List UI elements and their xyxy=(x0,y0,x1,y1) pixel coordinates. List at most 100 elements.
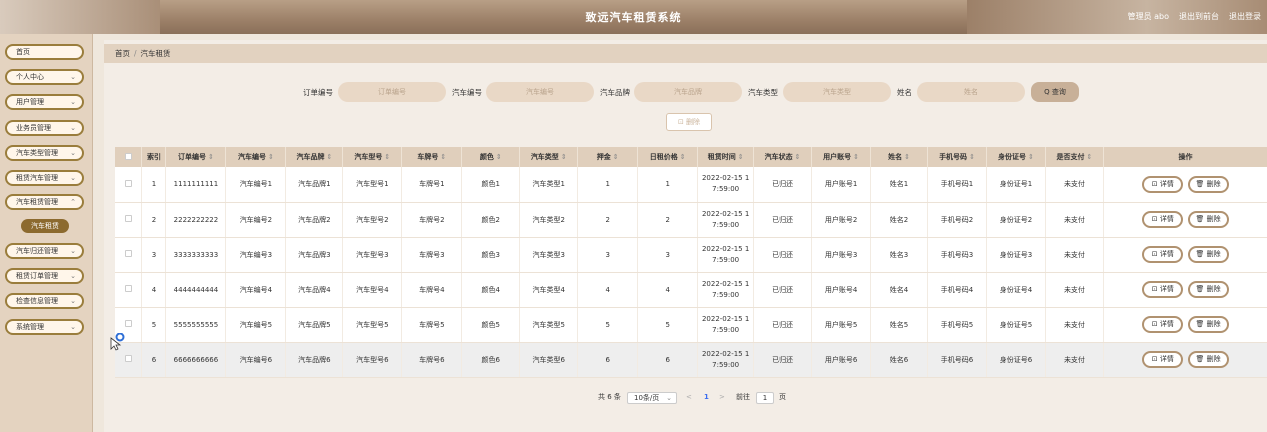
chevron-down-icon: ⌄ xyxy=(70,272,76,280)
page-number-current[interactable]: 1 xyxy=(704,392,709,403)
cell-time-line2: 7:59:00 xyxy=(712,185,740,194)
sidebar-item-home[interactable]: 首页 xyxy=(5,44,84,60)
table-row: 2 2222222222 汽车编号2 汽车品牌2 汽车型号2 车牌号2 颜色2 汽车类型2 2 2… xyxy=(115,202,1267,238)
delete-button[interactable]: 🗑 删除 xyxy=(1187,211,1229,228)
column-header-plate[interactable]: 车牌号 ⇕ xyxy=(401,147,463,167)
cell-account: 用户账号5 xyxy=(811,307,872,343)
table-row: 4 4444444444 汽车编号4 汽车品牌4 汽车型号4 车牌号4 颜色4 汽车类型4 4 4… xyxy=(115,272,1267,308)
cell-order-no: 4444444444 xyxy=(165,272,227,308)
next-page-button[interactable]: > xyxy=(719,392,725,403)
cell-price: 2 xyxy=(637,202,699,238)
page-size-select[interactable]: 10条/页 ⌄ xyxy=(627,392,677,404)
cell-name: 姓名4 xyxy=(870,272,929,308)
sidebar-item-label: 汽车类型管理 xyxy=(16,149,58,157)
sidebar-item-system[interactable]: 系统管理 ⌄ xyxy=(5,319,84,335)
column-header-status[interactable]: 汽车状态 ⇕ xyxy=(753,147,813,167)
column-header-deposit[interactable]: 押金 ⇕ xyxy=(577,147,639,167)
sidebar-item-users[interactable]: 用户管理 ⌄ xyxy=(5,94,84,110)
query-button[interactable]: Q 查询 xyxy=(1031,82,1079,102)
delete-button[interactable]: 🗑 删除 xyxy=(1187,351,1229,368)
select-all-checkbox[interactable] xyxy=(124,152,132,160)
sidebar-item-orders[interactable]: 租赁订单管理 ⌄ xyxy=(5,268,84,284)
row-checkbox[interactable] xyxy=(124,320,132,327)
name-label: 姓名 xyxy=(897,88,912,97)
cell-type: 汽车类型6 xyxy=(519,342,579,378)
order-no-input[interactable]: 订单编号 xyxy=(338,82,446,102)
sort-icon: ⇕ xyxy=(969,153,975,161)
logout-link[interactable]: 退出登录 xyxy=(1229,11,1261,22)
cell-account: 用户账号6 xyxy=(811,342,872,378)
cell-time: 2022-02-15 1 7:59:00 xyxy=(697,237,755,273)
row-checkbox[interactable] xyxy=(124,355,132,362)
detail-button[interactable]: ⊡ 详情 xyxy=(1142,211,1184,228)
goto-page-input[interactable]: 1 xyxy=(756,392,774,404)
cell-index: 6 xyxy=(141,342,167,378)
cell-type: 汽车类型2 xyxy=(519,202,579,238)
cell-price: 5 xyxy=(637,307,699,343)
detail-button[interactable]: ⊡ 详情 xyxy=(1142,316,1184,333)
column-header-label: 汽车状态 xyxy=(764,153,793,161)
to-front-link[interactable]: 退出到前台 xyxy=(1179,11,1219,22)
delete-button[interactable]: 🗑 删除 xyxy=(1187,281,1229,298)
sidebar-item-personal-center[interactable]: 个人中心 ⌄ xyxy=(5,69,84,85)
sidebar-item-salesperson[interactable]: 业务员管理 ⌄ xyxy=(5,120,84,136)
detail-button[interactable]: ⊡ 详情 xyxy=(1142,281,1184,298)
cell-actions: ⊡ 详情 🗑 删除 xyxy=(1103,307,1267,343)
batch-delete-button[interactable]: ⊡ 删除 xyxy=(666,113,712,131)
column-header-car-no[interactable]: 汽车编号 ⇕ xyxy=(225,147,287,167)
detail-button[interactable]: ⊡ 详情 xyxy=(1142,351,1184,368)
cell-paid: 未支付 xyxy=(1045,307,1104,343)
row-select-cell xyxy=(115,202,143,238)
column-header-model[interactable]: 汽车型号 ⇕ xyxy=(342,147,403,167)
column-header-id-no[interactable]: 身份证号 ⇕ xyxy=(986,147,1046,167)
column-header-order-no[interactable]: 订单编号 ⇕ xyxy=(165,147,227,167)
column-header-time[interactable]: 租赁时间 ⇕ xyxy=(697,147,755,167)
sort-icon: ⇕ xyxy=(440,153,447,161)
sort-icon: ⇕ xyxy=(560,153,567,161)
column-header-type[interactable]: 汽车类型 ⇕ xyxy=(519,147,579,167)
prev-page-button[interactable]: < xyxy=(686,392,692,403)
column-header-price[interactable]: 日租价格 ⇕ xyxy=(637,147,699,167)
cell-paid: 未支付 xyxy=(1045,167,1104,203)
sidebar-subitem-car-rental[interactable]: 汽车租赁 xyxy=(21,219,69,233)
name-input[interactable]: 姓名 xyxy=(917,82,1025,102)
cell-color: 颜色1 xyxy=(461,167,521,203)
detail-button[interactable]: ⊡ 详情 xyxy=(1142,175,1184,193)
delete-button[interactable]: 🗑 删除 xyxy=(1187,316,1229,333)
cell-car-no: 汽车编号2 xyxy=(225,202,287,238)
column-header-account[interactable]: 用户账号 ⇕ xyxy=(811,147,872,167)
column-header-name[interactable]: 姓名 ⇕ xyxy=(870,147,929,167)
cell-plate: 车牌号3 xyxy=(401,237,463,273)
sidebar-item-car-rental-mgmt[interactable]: 汽车租赁管理 ⌃ xyxy=(5,194,84,210)
sidebar-item-car-return[interactable]: 汽车归还管理 ⌄ xyxy=(5,243,84,259)
delete-button[interactable]: 🗑 删除 xyxy=(1187,246,1229,263)
car-no-input[interactable]: 汽车编号 xyxy=(486,82,594,102)
sidebar-item-rental-cars[interactable]: 租赁汽车管理 ⌄ xyxy=(5,170,84,186)
column-header-brand[interactable]: 汽车品牌 ⇕ xyxy=(285,147,344,167)
sidebar-item-inspection[interactable]: 检查信息管理 ⌄ xyxy=(5,293,84,309)
cell-paid: 未支付 xyxy=(1045,237,1104,273)
cell-index: 2 xyxy=(141,202,167,238)
column-header-paid[interactable]: 是否支付 ⇕ xyxy=(1045,147,1104,167)
row-checkbox[interactable] xyxy=(124,250,132,257)
column-header-color[interactable]: 颜色 ⇕ xyxy=(461,147,521,167)
row-checkbox[interactable] xyxy=(124,215,132,222)
sort-icon: ⇕ xyxy=(737,153,744,161)
chevron-down-icon: ⌄ xyxy=(70,149,76,157)
sidebar-item-car-types[interactable]: 汽车类型管理 ⌄ xyxy=(5,145,84,161)
brand-input[interactable]: 汽车品牌 xyxy=(634,82,742,102)
chevron-down-icon: ⌄ xyxy=(70,297,76,305)
detail-button[interactable]: ⊡ 详情 xyxy=(1142,246,1184,263)
row-checkbox[interactable] xyxy=(124,179,132,187)
sidebar-item-label: 租赁汽车管理 xyxy=(16,174,58,182)
delete-button[interactable]: 🗑 删除 xyxy=(1187,175,1229,193)
breadcrumb-home[interactable]: 首页 xyxy=(115,49,130,58)
row-checkbox[interactable] xyxy=(124,285,132,292)
type-input[interactable]: 汽车类型 xyxy=(783,82,891,102)
table-row: 1 1111111111 汽车编号1 汽车品牌1 汽车型号1 车牌号1 颜色1 汽车类型1 1 1… xyxy=(115,167,1267,203)
cell-plate: 车牌号4 xyxy=(401,272,463,308)
cell-id-no: 身份证号3 xyxy=(986,237,1046,273)
column-header-phone[interactable]: 手机号码 ⇕ xyxy=(927,147,987,167)
cell-id-no: 身份证号4 xyxy=(986,272,1046,308)
cell-order-no: 2222222222 xyxy=(165,202,227,238)
